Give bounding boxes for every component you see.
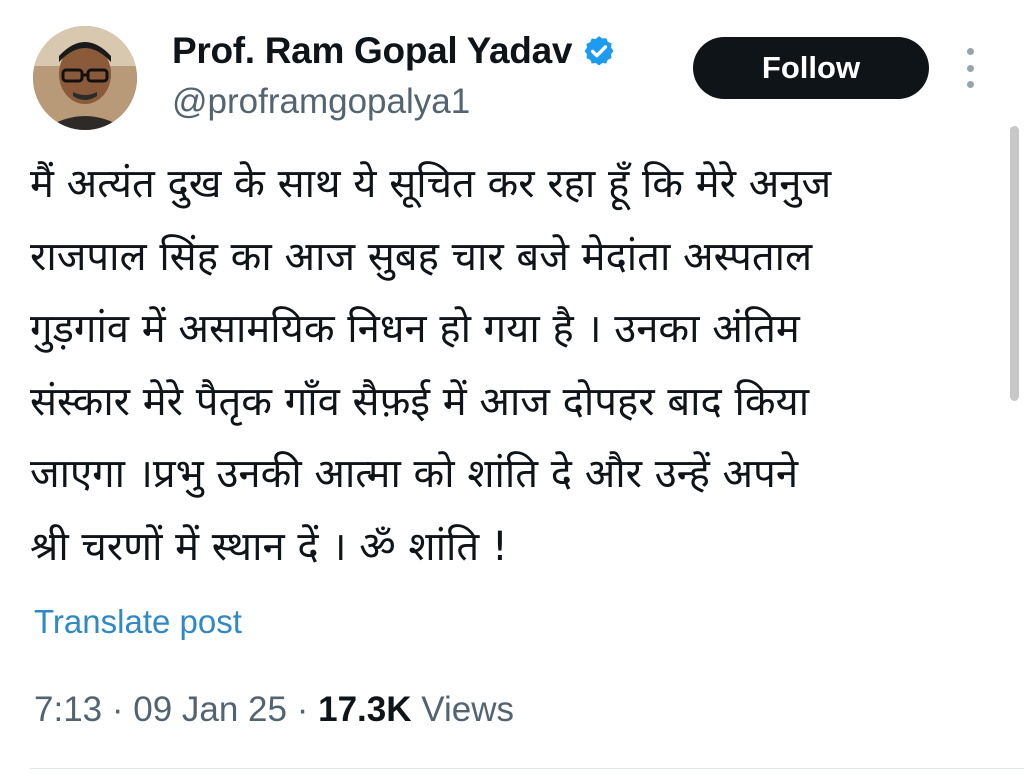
post-text-line: मैं अत्यंत दुख के साथ ये सूचित कर रहा हू…	[30, 161, 832, 207]
post-text: मैं अत्यंत दुख के साथ ये सूचित कर रहा हू…	[30, 148, 990, 583]
post-text-line: संस्कार मेरे पैतृक गाँव सैफ़ई में आज दोप…	[30, 378, 810, 425]
post-text-line: श्री चरणों में स्थान दें । ॐ शांति !	[30, 523, 508, 570]
post-header: Prof. Ram Gopal Yadav @proframgopalya1 F…	[0, 0, 1024, 140]
post-date[interactable]: 09 Jan 25	[133, 690, 287, 730]
author-name[interactable]: Prof. Ram Gopal Yadav	[172, 30, 572, 72]
meta-separator: ·	[111, 690, 124, 729]
post-time[interactable]: 7:13	[34, 690, 102, 730]
post-meta: 7:13 · 09 Jan 25 · 17.3K Views	[34, 690, 514, 730]
meta-separator: ·	[296, 690, 309, 729]
post-text-line: राजपाल सिंह का आज सुबह चार बजे मेदांता अ…	[30, 233, 813, 280]
avatar[interactable]	[33, 26, 137, 130]
post-text-line: जाएगा ।प्रभु उनकी आत्मा को शांति दे और उ…	[30, 451, 799, 497]
follow-button[interactable]: Follow	[693, 37, 929, 99]
translate-post-link[interactable]: Translate post	[34, 603, 242, 641]
author-handle[interactable]: @proframgopalya1	[172, 82, 470, 122]
divider	[30, 768, 1024, 769]
post-text-line: गुड़गांव में असामयिक निधन हो गया है । उन…	[30, 306, 800, 352]
name-row: Prof. Ram Gopal Yadav	[172, 30, 616, 72]
scrollbar[interactable]	[1010, 126, 1019, 401]
verified-badge-icon	[582, 34, 616, 68]
more-vertical-icon[interactable]	[958, 48, 982, 88]
avatar-image	[33, 26, 137, 130]
views-count: 17.3K	[318, 690, 412, 729]
views-label[interactable]: Views	[421, 690, 514, 730]
